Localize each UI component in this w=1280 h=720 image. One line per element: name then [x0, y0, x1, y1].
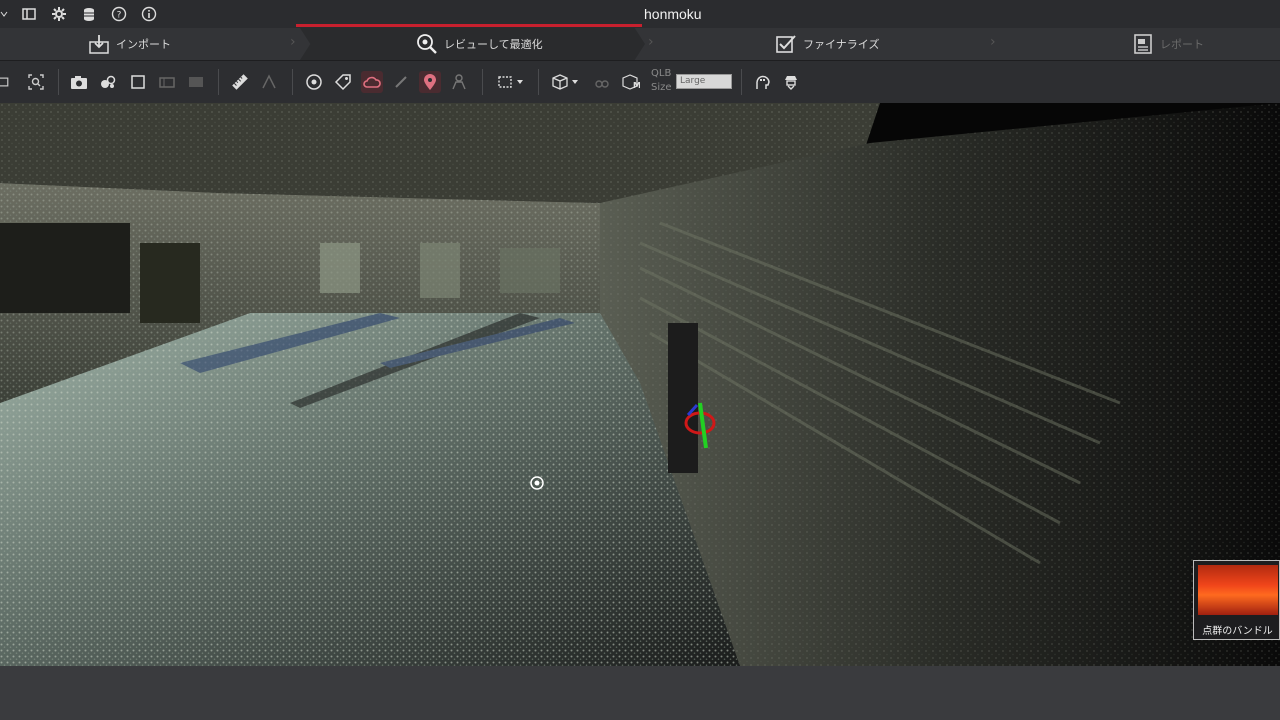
workflow-steps: インポート › レビューして最適化 › ファイナライズ › レポート: [0, 28, 1280, 61]
qlb-size-label: QLB Size: [651, 67, 672, 95]
main-toolbar: M QLB Size Large: [0, 61, 1280, 104]
window-stack-icon[interactable]: [0, 71, 14, 93]
database-icon[interactable]: [80, 5, 98, 23]
size-label: Size: [651, 82, 672, 93]
point-cloud-scene: [0, 103, 1280, 666]
menu-icon[interactable]: [0, 5, 8, 23]
head-scan-icon[interactable]: [751, 71, 773, 93]
chevron-right-icon: ›: [648, 34, 654, 50]
toolbar-separator: [292, 69, 293, 95]
quick-access-bar: ?: [0, 5, 158, 23]
brush-icon[interactable]: [390, 71, 412, 93]
map-pin-icon[interactable]: [419, 71, 441, 93]
bundle-preview-image: [1198, 565, 1278, 615]
target-circle-icon[interactable]: [303, 71, 325, 93]
points-cluster-icon[interactable]: [97, 71, 119, 93]
toolbar-separator: [538, 69, 539, 95]
step-finalize[interactable]: ファイナライズ: [775, 28, 879, 60]
point-cloud-viewport[interactable]: [0, 103, 1280, 666]
toolbar-separator: [58, 69, 59, 95]
ruler-icon[interactable]: [229, 71, 251, 93]
bottom-panel: [0, 666, 1280, 720]
help-icon[interactable]: ?: [110, 5, 128, 23]
step-review-optimize[interactable]: レビューして最適化: [416, 28, 543, 60]
selection-dropdown-icon[interactable]: [495, 71, 527, 93]
zoom-fit-icon[interactable]: [25, 71, 47, 93]
active-step-indicator: [296, 24, 642, 27]
step-finalize-label: ファイナライズ: [803, 38, 880, 51]
svg-text:M: M: [633, 81, 640, 90]
point-cloud-bundle-thumbnail[interactable]: 点群のバンドル: [1193, 560, 1280, 640]
qlb-size-select[interactable]: Large: [676, 74, 732, 89]
cloud-icon[interactable]: [361, 71, 383, 93]
step-report[interactable]: レポート: [1132, 28, 1204, 60]
gear-icon[interactable]: [50, 5, 68, 23]
toolbar-separator: [741, 69, 742, 95]
step-import-label: インポート: [116, 38, 171, 51]
tag-icon[interactable]: [332, 71, 354, 93]
step-import[interactable]: インポート: [88, 28, 171, 60]
toolbar-separator: [482, 69, 483, 95]
svg-text:?: ?: [117, 11, 122, 21]
camera-icon[interactable]: [68, 71, 90, 93]
window-icon[interactable]: [20, 5, 38, 23]
view-cube-dropdown-icon[interactable]: [550, 71, 582, 93]
review-zoom-icon: [416, 33, 438, 55]
qlb-label: QLB: [651, 68, 672, 79]
chevron-right-icon: ›: [290, 34, 296, 50]
step-review-optimize-label: レビューして最適化: [444, 38, 543, 51]
person-pin-icon[interactable]: [448, 71, 470, 93]
import-icon: [88, 33, 110, 55]
measure-angle-icon[interactable]: [258, 71, 280, 93]
toolbar-separator: [218, 69, 219, 95]
bundle-caption: 点群のバンドル: [1202, 626, 1273, 637]
step-report-label: レポート: [1160, 38, 1204, 51]
checkbox-icon: [775, 33, 797, 55]
link-icon[interactable]: [591, 71, 613, 93]
plane-section-icon[interactable]: [156, 71, 178, 93]
info-icon[interactable]: [140, 5, 158, 23]
project-title: honmoku: [644, 6, 702, 22]
filled-rectangle-icon[interactable]: [185, 71, 207, 93]
cube-m-icon[interactable]: M: [620, 71, 642, 93]
rectangle-select-icon[interactable]: [127, 71, 149, 93]
chevron-right-icon: ›: [990, 34, 996, 50]
title-bar: ? honmoku: [0, 0, 1280, 29]
scanner-download-icon[interactable]: [780, 71, 802, 93]
report-icon: [1132, 33, 1154, 55]
